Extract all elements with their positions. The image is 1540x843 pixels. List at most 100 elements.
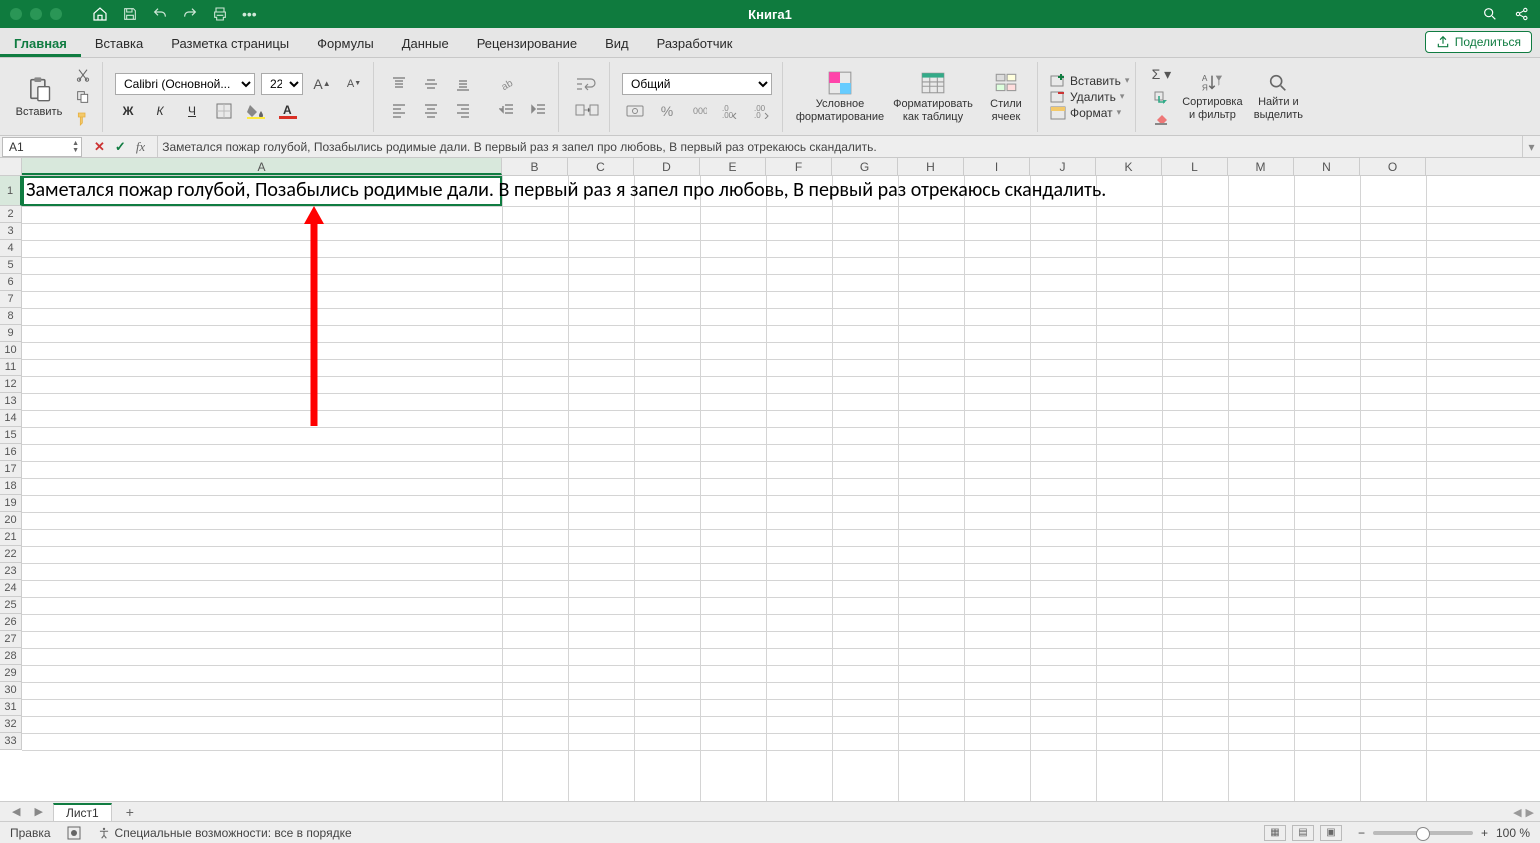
col-header-F[interactable]: F	[766, 158, 832, 175]
row-header-19[interactable]: 19	[0, 495, 22, 512]
namebox-spinner[interactable]: ▲▼	[72, 140, 81, 154]
row-header-15[interactable]: 15	[0, 427, 22, 444]
undo-icon[interactable]	[152, 6, 168, 22]
row-header-33[interactable]: 33	[0, 733, 22, 750]
row-header-29[interactable]: 29	[0, 665, 22, 682]
row-header-25[interactable]: 25	[0, 597, 22, 614]
row-header-26[interactable]: 26	[0, 614, 22, 631]
row-header-4[interactable]: 4	[0, 240, 22, 257]
row-header-32[interactable]: 32	[0, 716, 22, 733]
row-header-8[interactable]: 8	[0, 308, 22, 325]
grid[interactable]: ABCDEFGHIJKLMNO 123456789101112131415161…	[0, 158, 1540, 801]
tab-home[interactable]: Главная	[0, 30, 81, 57]
row-header-30[interactable]: 30	[0, 682, 22, 699]
format-as-table-button[interactable]: Форматироватькак таблицу	[891, 65, 975, 129]
fill-color-button[interactable]	[243, 101, 269, 121]
col-header-E[interactable]: E	[700, 158, 766, 175]
fill-icon[interactable]	[1148, 87, 1174, 107]
col-header-D[interactable]: D	[634, 158, 700, 175]
cells-area[interactable]: Заметался пожар голубой, Позабылись роди…	[22, 176, 1540, 801]
zoom-level[interactable]: 100 %	[1496, 826, 1530, 840]
row-header-3[interactable]: 3	[0, 223, 22, 240]
row-header-5[interactable]: 5	[0, 257, 22, 274]
enter-icon[interactable]: ✓	[115, 139, 126, 155]
save-icon[interactable]	[122, 6, 138, 22]
col-header-G[interactable]: G	[832, 158, 898, 175]
percent-icon[interactable]: %	[654, 101, 680, 121]
orientation-icon[interactable]: ab	[494, 74, 520, 94]
sheet-nav-next[interactable]: ▶	[30, 805, 46, 818]
insert-cells-button[interactable]: Вставить▾	[1050, 74, 1129, 88]
share-icon[interactable]	[1514, 6, 1530, 22]
font-size-select[interactable]: 22	[261, 73, 303, 95]
font-name-select[interactable]: Calibri (Основной...	[115, 73, 255, 95]
col-header-H[interactable]: H	[898, 158, 964, 175]
col-header-L[interactable]: L	[1162, 158, 1228, 175]
row-header-23[interactable]: 23	[0, 563, 22, 580]
bold-button[interactable]: Ж	[115, 101, 141, 121]
decrease-indent-icon[interactable]	[494, 100, 520, 120]
row-header-24[interactable]: 24	[0, 580, 22, 597]
align-bottom-icon[interactable]	[450, 74, 476, 94]
sheet-tab-1[interactable]: Лист1	[53, 803, 112, 821]
row-header-17[interactable]: 17	[0, 461, 22, 478]
merge-cells-icon[interactable]	[571, 100, 603, 120]
row-header-2[interactable]: 2	[0, 206, 22, 223]
add-sheet-button[interactable]: +	[118, 804, 142, 820]
row-header-27[interactable]: 27	[0, 631, 22, 648]
row-header-12[interactable]: 12	[0, 376, 22, 393]
zoom-out-button[interactable]: −	[1358, 826, 1365, 840]
row-headers[interactable]: 1234567891011121314151617181920212223242…	[0, 176, 22, 750]
col-header-M[interactable]: M	[1228, 158, 1294, 175]
row-header-20[interactable]: 20	[0, 512, 22, 529]
italic-button[interactable]: К	[147, 101, 173, 121]
col-header-B[interactable]: B	[502, 158, 568, 175]
tab-view[interactable]: Вид	[591, 30, 643, 57]
row-header-11[interactable]: 11	[0, 359, 22, 376]
formula-expand-icon[interactable]: ▾	[1522, 136, 1540, 157]
align-right-icon[interactable]	[450, 100, 476, 120]
col-header-A[interactable]: A	[22, 158, 502, 175]
page-break-view-icon[interactable]: ▣	[1320, 825, 1342, 841]
row-header-13[interactable]: 13	[0, 393, 22, 410]
decrease-decimal-icon[interactable]: .00.0	[750, 101, 776, 121]
row-header-18[interactable]: 18	[0, 478, 22, 495]
copy-icon[interactable]	[70, 87, 96, 107]
row-header-6[interactable]: 6	[0, 274, 22, 291]
tab-page-layout[interactable]: Разметка страницы	[157, 30, 303, 57]
underline-button[interactable]: Ч	[179, 101, 205, 121]
row-header-14[interactable]: 14	[0, 410, 22, 427]
row-header-9[interactable]: 9	[0, 325, 22, 342]
row-header-31[interactable]: 31	[0, 699, 22, 716]
print-icon[interactable]	[212, 6, 228, 22]
decrease-font-icon[interactable]: A▼	[341, 74, 367, 94]
col-header-K[interactable]: K	[1096, 158, 1162, 175]
tab-developer[interactable]: Разработчик	[643, 30, 747, 57]
row-header-7[interactable]: 7	[0, 291, 22, 308]
name-box[interactable]: A1 ▲▼	[2, 137, 82, 157]
col-header-J[interactable]: J	[1030, 158, 1096, 175]
macro-record-icon[interactable]	[67, 826, 81, 840]
increase-font-icon[interactable]: A▲	[309, 74, 335, 94]
zoom-slider[interactable]	[1373, 831, 1473, 835]
tab-data[interactable]: Данные	[388, 30, 463, 57]
row-header-1[interactable]: 1	[0, 176, 22, 206]
formula-content[interactable]: Заметался пожар голубой, Позабылись роди…	[157, 136, 1522, 157]
comma-icon[interactable]: 000	[686, 101, 712, 121]
row-header-21[interactable]: 21	[0, 529, 22, 546]
row-header-22[interactable]: 22	[0, 546, 22, 563]
col-header-N[interactable]: N	[1294, 158, 1360, 175]
redo-icon[interactable]	[182, 6, 198, 22]
row-header-16[interactable]: 16	[0, 444, 22, 461]
close-dot[interactable]	[10, 8, 22, 20]
conditional-formatting-button[interactable]: Условноеформатирование	[795, 65, 885, 129]
minimize-dot[interactable]	[30, 8, 42, 20]
currency-icon[interactable]	[622, 101, 648, 121]
autosum-icon[interactable]: Σ ▾	[1148, 65, 1174, 85]
wrap-text-icon[interactable]	[571, 74, 603, 94]
format-painter-icon[interactable]	[70, 109, 96, 129]
delete-cells-button[interactable]: Удалить▾	[1050, 90, 1129, 104]
page-layout-view-icon[interactable]: ▤	[1292, 825, 1314, 841]
increase-indent-icon[interactable]	[526, 100, 552, 120]
zoom-in-button[interactable]: +	[1481, 826, 1488, 840]
